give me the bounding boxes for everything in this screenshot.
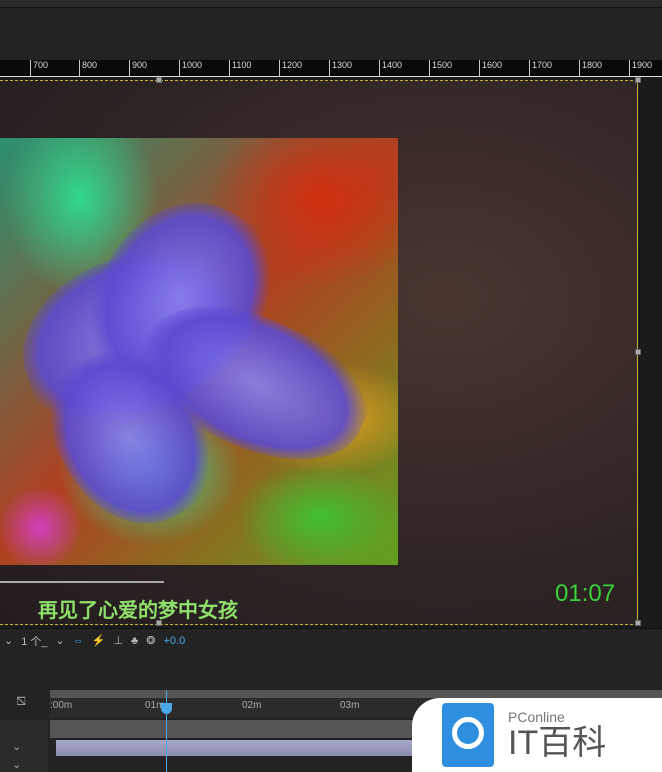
horizontal-ruler: 700 800 900 1000 1100 1200 1300 1400 150…	[0, 60, 662, 77]
subtitle-underline	[0, 581, 164, 583]
ruler-tick: 700	[30, 60, 48, 77]
transform-handle[interactable]	[635, 620, 641, 626]
timeline-icon[interactable]: ⊥	[113, 634, 123, 647]
ruler-tick: 1200	[279, 60, 302, 77]
time-tick: 02m	[242, 700, 262, 711]
timecode-text: 01:07	[555, 580, 616, 607]
exposure-icon[interactable]: ❂	[146, 634, 155, 647]
graph-editor-icon[interactable]: ⧅	[16, 692, 26, 710]
transform-handle[interactable]	[635, 77, 641, 83]
subtitle-text: 再见了心爱的梦中女孩	[38, 600, 238, 622]
flower-image-layer[interactable]	[0, 138, 398, 565]
magnifier-icon	[442, 703, 494, 767]
exposure-value[interactable]: +0.0	[163, 635, 185, 647]
transform-handle[interactable]	[156, 77, 162, 83]
transform-handle[interactable]	[635, 349, 641, 355]
fast-preview-icon[interactable]: ⚡	[92, 634, 106, 647]
layer-controls: ⌄ ⌄	[0, 720, 48, 772]
playhead-handle[interactable]	[161, 703, 172, 714]
flowchart-icon[interactable]: ♣	[131, 635, 138, 647]
top-bar	[0, 0, 662, 8]
logo-name: IT百科	[508, 724, 607, 762]
chevron-down-icon[interactable]: ⌄	[56, 634, 65, 647]
ruler-tick: 1600	[479, 60, 502, 77]
view-count-select[interactable]: 1 个_	[21, 633, 47, 649]
watermark-logo: PConline IT百科	[412, 698, 662, 772]
chevron-down-icon[interactable]: ⌄	[12, 740, 21, 753]
ruler-tick: 800	[79, 60, 97, 77]
ruler-tick: 1800	[579, 60, 602, 77]
logo-brand: PConline	[508, 709, 565, 725]
ruler-tick: 1000	[179, 60, 202, 77]
ruler-tick: 1400	[379, 60, 402, 77]
viewer-toolbar: ⌄ 1 个_ ⌄ ⇔ ⚡ ⊥ ♣ ❂ +0.0	[0, 628, 662, 652]
fit-icon[interactable]: ⇔	[73, 635, 84, 647]
ruler-tick: 1700	[529, 60, 552, 77]
chevron-down-icon[interactable]: ⌄	[12, 758, 21, 771]
ruler-tick: 1500	[429, 60, 452, 77]
ruler-tick: 1100	[229, 60, 251, 77]
panel-area	[0, 8, 662, 60]
ruler-tick: 1900	[629, 60, 652, 77]
time-tick: 03m	[340, 700, 360, 711]
ruler-tick: 1300	[329, 60, 352, 77]
ruler-tick: 900	[129, 60, 147, 77]
chevron-down-icon[interactable]: ⌄	[4, 634, 13, 647]
time-tick: :00m	[50, 700, 73, 711]
